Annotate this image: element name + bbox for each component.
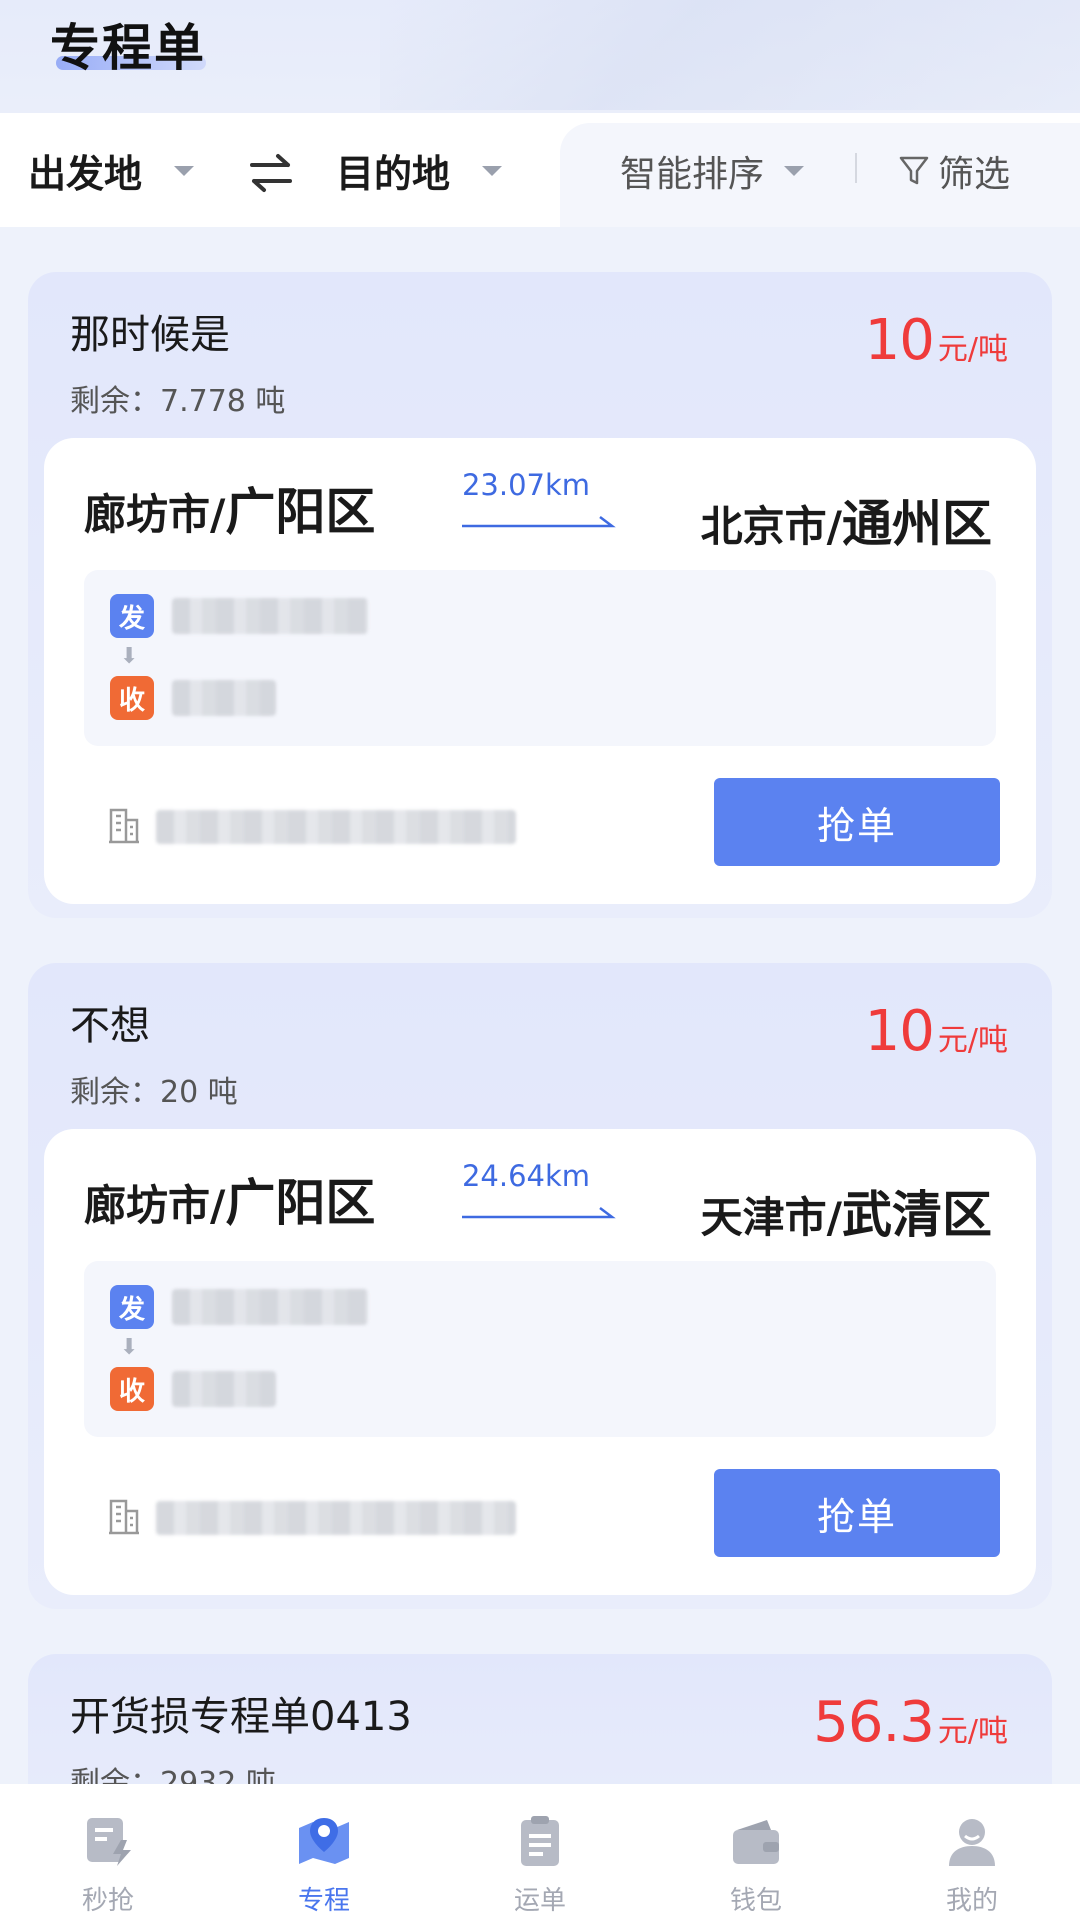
- page-title: 专程单: [50, 19, 206, 77]
- address-box: 发 ⬇ 收: [84, 570, 996, 746]
- origin-city: 廊坊市/: [84, 490, 226, 539]
- order-remaining: 剩余：7.778 吨: [70, 384, 286, 419]
- chevron-down-icon: [784, 166, 805, 176]
- nav-label: 我的: [945, 1886, 998, 1916]
- receive-tag: 收: [110, 1367, 154, 1411]
- order-price: 10 元/吨: [865, 308, 1008, 373]
- destination-city: 北京市/: [700, 502, 842, 551]
- grab-order-button[interactable]: 抢单: [714, 1469, 1000, 1557]
- price-value: 56.3: [813, 1690, 935, 1755]
- chevron-down-icon: [482, 165, 503, 176]
- building-icon: [109, 808, 139, 844]
- origin-city: 廊坊市/: [84, 1181, 226, 1230]
- origin-district: 广阳区: [225, 1174, 376, 1232]
- nav-label: 运单: [513, 1886, 566, 1916]
- order-price: 56.3 元/吨: [813, 1690, 1008, 1755]
- nav-label: 秒抢: [81, 1886, 134, 1916]
- grab-order-button[interactable]: 抢单: [714, 778, 1000, 866]
- origin-district: 广阳区: [225, 483, 376, 541]
- route-arrow-icon: [462, 516, 616, 528]
- route-distance: 23.07km: [461, 468, 591, 502]
- order-remaining: 剩余：20 吨: [70, 1075, 238, 1110]
- filter-label: 筛选: [938, 154, 1011, 195]
- nav-label: 钱包: [729, 1886, 782, 1916]
- destination-label: 目的地: [336, 152, 451, 196]
- filter-icon: [899, 156, 929, 185]
- nav-item-mine[interactable]: 我的: [864, 1784, 1080, 1920]
- route-map-icon: [299, 1818, 349, 1864]
- route-arrow-icon: [462, 1207, 616, 1219]
- origin-dropdown[interactable]: 出发地: [28, 143, 195, 198]
- nav-item-route[interactable]: 专程: [216, 1784, 432, 1920]
- wallet-icon: [733, 1820, 779, 1864]
- destination-district: 武清区: [842, 1186, 992, 1244]
- route-origin: 廊坊市/广阳区: [84, 472, 375, 544]
- route-destination: 北京市/通州区: [701, 484, 992, 556]
- send-tag: 发: [110, 1285, 154, 1329]
- price-value: 10: [864, 308, 935, 373]
- order-detail: 廊坊市/广阳区 24.64km 天津市/武清区 发 ⬇ 收 抢单: [44, 1129, 1036, 1595]
- destination-dropdown[interactable]: 目的地: [336, 143, 503, 198]
- origin-label: 出发地: [28, 152, 143, 196]
- address-box: 发 ⬇ 收: [84, 1261, 996, 1437]
- order-price: 10 元/吨: [865, 999, 1008, 1064]
- nav-item-waybill[interactable]: 运单: [432, 1784, 648, 1920]
- sort-dropdown[interactable]: 智能排序: [620, 145, 805, 197]
- header-decoration: [380, 0, 1080, 110]
- order-title: 开货损专程单0413: [70, 1694, 412, 1740]
- send-address-blurred: [172, 1289, 368, 1325]
- arrow-down-icon: ⬇: [120, 1335, 139, 1360]
- route-destination: 天津市/武清区: [701, 1175, 992, 1247]
- receive-address-blurred: [172, 680, 276, 716]
- order-card[interactable]: 那时候是 剩余：7.778 吨 10 元/吨 廊坊市/广阳区 23.07km 北…: [28, 272, 1052, 918]
- price-unit: 元/吨: [937, 1023, 1008, 1058]
- sort-label: 智能排序: [620, 154, 765, 195]
- flash-order-icon: [87, 1818, 131, 1866]
- bottom-nav: 秒抢 专程 运单 钱包 我的: [0, 1784, 1080, 1920]
- route-origin: 廊坊市/广阳区: [84, 1163, 375, 1235]
- user-icon: [949, 1819, 995, 1866]
- order-detail: 廊坊市/广阳区 23.07km 北京市/通州区 发 ⬇ 收 抢单: [44, 438, 1036, 904]
- route-distance: 24.64km: [461, 1159, 591, 1193]
- order-card[interactable]: 不想 剩余：20 吨 10 元/吨 廊坊市/广阳区 24.64km 天津市/武清…: [28, 963, 1052, 1609]
- nav-item-wallet[interactable]: 钱包: [648, 1784, 864, 1920]
- price-value: 10: [864, 999, 935, 1064]
- receive-address-blurred: [172, 1371, 276, 1407]
- swap-icon[interactable]: [248, 153, 294, 193]
- filter-button[interactable]: 筛选: [898, 145, 1010, 197]
- divider: [855, 153, 857, 183]
- nav-label: 专程: [297, 1886, 350, 1916]
- company-name-blurred: [156, 810, 516, 844]
- arrow-down-icon: ⬇: [120, 644, 139, 669]
- price-unit: 元/吨: [937, 332, 1008, 367]
- send-address-blurred: [172, 598, 368, 634]
- filter-bar: 出发地 目的地 智能排序 筛选: [0, 113, 1080, 227]
- receive-tag: 收: [110, 676, 154, 720]
- building-icon: [109, 1499, 139, 1535]
- nav-item-flash[interactable]: 秒抢: [0, 1784, 216, 1920]
- order-title: 那时候是: [70, 312, 230, 358]
- order-title: 不想: [70, 1003, 150, 1049]
- destination-city: 天津市/: [700, 1193, 842, 1242]
- destination-district: 通州区: [842, 495, 992, 553]
- send-tag: 发: [110, 594, 154, 638]
- chevron-down-icon: [174, 165, 195, 176]
- price-unit: 元/吨: [937, 1714, 1008, 1749]
- clipboard-icon: [521, 1816, 559, 1866]
- company-name-blurred: [156, 1501, 516, 1535]
